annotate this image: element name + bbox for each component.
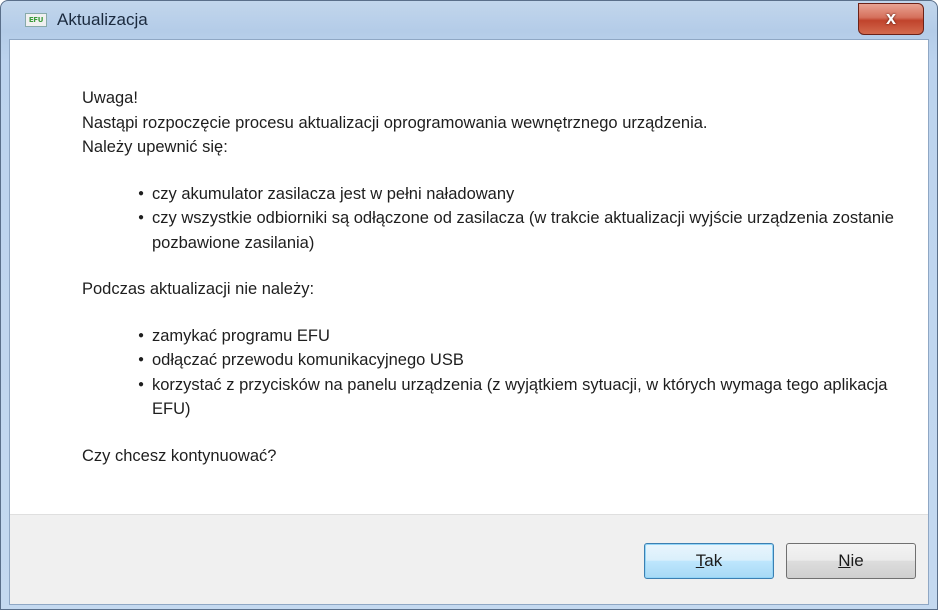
no-label: ie bbox=[850, 551, 864, 570]
checklist: czy akumulator zasilacza jest w pełni na… bbox=[82, 182, 916, 256]
no-accelerator: N bbox=[838, 551, 851, 570]
dialog-body: Uwaga! Nastąpi rozpoczęcie procesu aktua… bbox=[9, 39, 929, 605]
button-bar: Tak Nie bbox=[10, 514, 928, 604]
list-item: korzystać z przycisków na panelu urządze… bbox=[138, 373, 916, 422]
message-content: Uwaga! Nastąpi rozpoczęcie procesu aktua… bbox=[82, 86, 916, 468]
list-item: czy akumulator zasilacza jest w pełni na… bbox=[138, 182, 916, 207]
no-button[interactable]: Nie bbox=[786, 543, 916, 579]
during-update-heading: Podczas aktualizacji nie należy: bbox=[82, 280, 315, 298]
title-bar[interactable]: EFU Aktualizacja x bbox=[1, 1, 937, 39]
list-item: odłączać przewodu komunikacyjnego USB bbox=[138, 348, 916, 373]
list-item: czy wszystkie odbiorniki są odłączone od… bbox=[138, 206, 916, 255]
ensure-heading: Należy upewnić się: bbox=[82, 138, 228, 156]
warning-heading: Uwaga! bbox=[82, 89, 138, 107]
yes-button[interactable]: Tak bbox=[644, 543, 774, 579]
list-item: zamykać programu EFU bbox=[138, 324, 916, 349]
update-notice: Nastąpi rozpoczęcie procesu aktualizacji… bbox=[82, 113, 708, 132]
close-button[interactable]: x bbox=[858, 3, 924, 35]
dialog-window: EFU Aktualizacja x Uwaga! Nastąpi rozpoc… bbox=[0, 0, 938, 610]
window-title: Aktualizacja bbox=[57, 10, 148, 29]
continue-question: Czy chcesz kontynuować? bbox=[82, 446, 277, 465]
prohibited-list: zamykać programu EFU odłączać przewodu k… bbox=[82, 324, 916, 422]
yes-label: ak bbox=[704, 551, 723, 570]
yes-accelerator: T bbox=[695, 551, 705, 570]
efu-app-icon: EFU bbox=[25, 13, 47, 27]
